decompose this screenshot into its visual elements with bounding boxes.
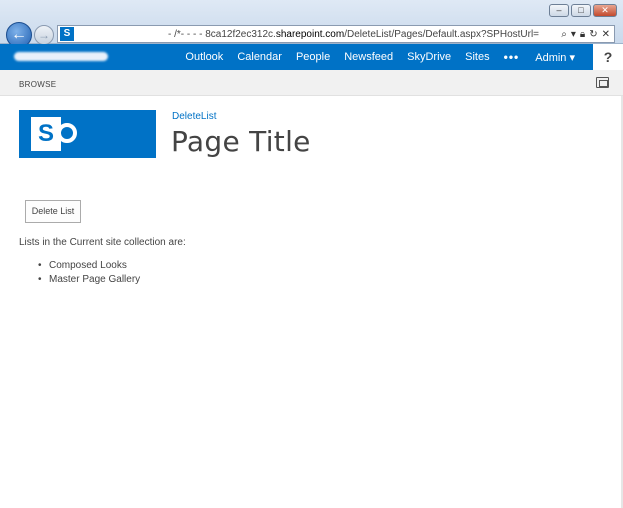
- url-prefix: ‑ /*‑ ‑ ‑ ‑ 8ca12f2ec312c.: [168, 28, 276, 40]
- suite-link-calendar[interactable]: Calendar: [237, 51, 282, 63]
- suite-link-people[interactable]: People: [296, 51, 330, 63]
- ribbon: BROWSE: [0, 70, 623, 96]
- sharepoint-logo-icon: S: [31, 117, 77, 151]
- chevron-down-icon[interactable]: ▾: [571, 29, 576, 40]
- more-icon[interactable]: •••: [504, 50, 520, 64]
- suite-link-sites[interactable]: Sites: [465, 51, 489, 63]
- suite-bar: Outlook Calendar People Newsfeed SkyDriv…: [0, 44, 623, 70]
- redacted-site-name: [14, 52, 108, 61]
- window-controls: – □ ✕: [549, 4, 617, 17]
- lists-label: Lists in the Current site collection are…: [19, 237, 186, 248]
- list-item: Composed Looks: [38, 259, 140, 273]
- suite-nav: Outlook Calendar People Newsfeed SkyDriv…: [171, 44, 575, 70]
- suite-link-outlook[interactable]: Outlook: [185, 51, 223, 63]
- delete-list-button[interactable]: Delete List: [25, 200, 81, 223]
- tab-browse[interactable]: BROWSE: [19, 80, 56, 89]
- lists-list: Composed Looks Master Page Gallery: [38, 259, 140, 287]
- forward-button[interactable]: →: [34, 25, 54, 45]
- suite-link-newsfeed[interactable]: Newsfeed: [344, 51, 393, 63]
- focus-on-content-icon[interactable]: [596, 77, 609, 88]
- url-domain: sharepoint.com: [275, 28, 345, 40]
- lock-icon[interactable]: 🔒︎: [580, 29, 585, 40]
- site-logo[interactable]: S: [19, 110, 156, 158]
- maximize-icon[interactable]: □: [571, 4, 591, 17]
- address-bar[interactable]: S ‑ /*‑ ‑ ‑ ‑ 8ca12f2ec312c.sharepoint.c…: [57, 25, 615, 43]
- url-text: ‑ /*‑ ‑ ‑ ‑ 8ca12f2ec312c.sharepoint.com…: [78, 29, 557, 40]
- breadcrumb[interactable]: DeleteList: [172, 111, 216, 122]
- url-path: /DeleteList/Pages/Default.aspx?SPHostUrl…: [344, 28, 540, 40]
- list-item: Master Page Gallery: [38, 273, 140, 287]
- minimize-icon[interactable]: –: [549, 4, 569, 17]
- logo-letter: S: [31, 117, 61, 151]
- refresh-icon[interactable]: ↻: [589, 29, 597, 40]
- browser-chrome: – □ ✕ ← → S ‑ /*‑ ‑ ‑ ‑ 8ca12f2ec312c.sh…: [0, 0, 623, 48]
- user-menu[interactable]: Admin ▾: [535, 51, 575, 64]
- help-icon[interactable]: ?: [593, 44, 623, 70]
- close-icon[interactable]: ✕: [593, 4, 617, 17]
- page-title: Page Title: [171, 125, 311, 158]
- sharepoint-favicon-icon: S: [60, 27, 74, 41]
- suite-link-skydrive[interactable]: SkyDrive: [407, 51, 451, 63]
- search-icon[interactable]: ⌕: [561, 29, 567, 40]
- stop-icon[interactable]: ✕: [602, 29, 610, 40]
- address-bar-icons: ⌕ ▾ 🔒︎ ↻ ✕: [557, 29, 614, 40]
